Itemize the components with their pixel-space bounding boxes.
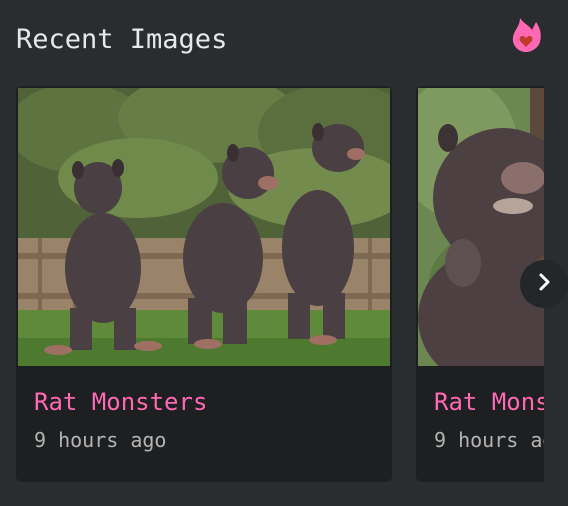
carousel-next-button[interactable]	[520, 260, 568, 308]
flame-heart-icon[interactable]	[510, 16, 542, 54]
chevron-right-icon	[533, 271, 555, 297]
image-card[interactable]: Rat Monsters 9 hours ago	[16, 86, 392, 482]
card-title[interactable]: Rat Monsters	[34, 388, 207, 416]
card-timestamp: 9 hours ago	[434, 428, 544, 452]
image-thumbnail[interactable]	[418, 88, 544, 366]
image-carousel: Rat Monsters 9 hours ago Rat Monsters	[16, 86, 544, 486]
image-thumbnail[interactable]	[18, 88, 390, 366]
card-title[interactable]: Rat Monsters	[434, 388, 544, 416]
section-title: Recent Images	[16, 24, 228, 55]
card-timestamp: 9 hours ago	[34, 428, 167, 452]
